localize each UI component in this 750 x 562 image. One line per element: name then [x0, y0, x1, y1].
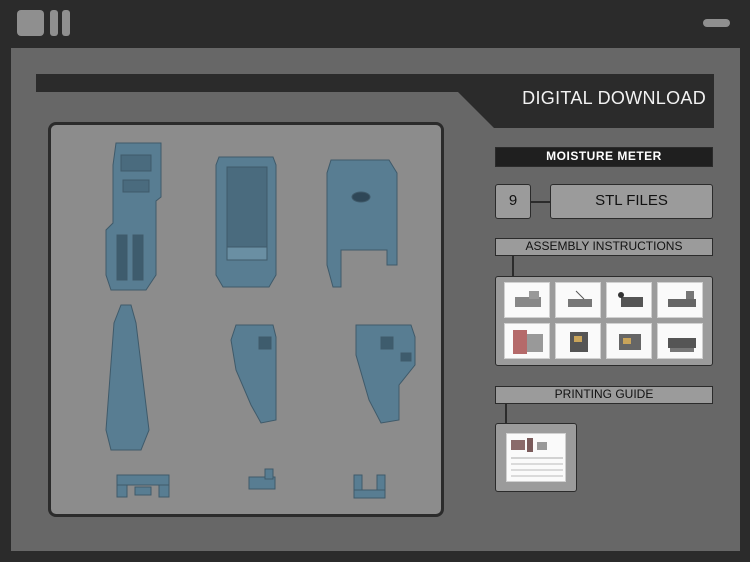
- assembly-instructions-label: ASSEMBLY INSTRUCTIONS: [495, 238, 713, 256]
- window-bar-icon: [50, 10, 58, 36]
- parts-render: [48, 122, 444, 517]
- file-type-label: STL FILES: [550, 184, 713, 219]
- minimize-icon[interactable]: [703, 19, 730, 27]
- part-clip: [248, 468, 276, 490]
- part-holder-mirrored: [355, 324, 416, 424]
- part-probe: [105, 304, 150, 451]
- printing-guide-thumbnail[interactable]: [506, 433, 566, 482]
- assembly-thumbnail[interactable]: [555, 282, 601, 318]
- connector: [512, 256, 514, 276]
- product-title: MOISTURE METER: [495, 147, 713, 167]
- window-icon: [17, 10, 44, 36]
- window-bar-icon: [62, 10, 70, 36]
- printing-guide-panel: [495, 423, 577, 492]
- printing-guide-label: PRINTING GUIDE: [495, 386, 713, 404]
- part-holder: [230, 324, 277, 424]
- assembly-thumbnail[interactable]: [555, 323, 601, 359]
- part-fork: [353, 474, 386, 499]
- assembly-thumbnail[interactable]: [504, 282, 550, 318]
- part-lid: [326, 159, 398, 288]
- file-count: 9: [495, 184, 531, 219]
- connector: [531, 201, 550, 203]
- assembly-thumbnail[interactable]: [504, 323, 550, 359]
- page-title: DIGITAL DOWNLOAD: [522, 88, 706, 108]
- part-frame: [105, 142, 162, 291]
- assembly-thumbnail[interactable]: [657, 282, 703, 318]
- assembly-thumbnail[interactable]: [606, 323, 652, 359]
- assembly-thumbnail[interactable]: [657, 323, 703, 359]
- part-box: [215, 156, 277, 288]
- connector: [505, 404, 507, 424]
- assembly-thumbnails: [495, 276, 713, 366]
- assembly-thumbnail[interactable]: [606, 282, 652, 318]
- part-bracket: [116, 474, 170, 498]
